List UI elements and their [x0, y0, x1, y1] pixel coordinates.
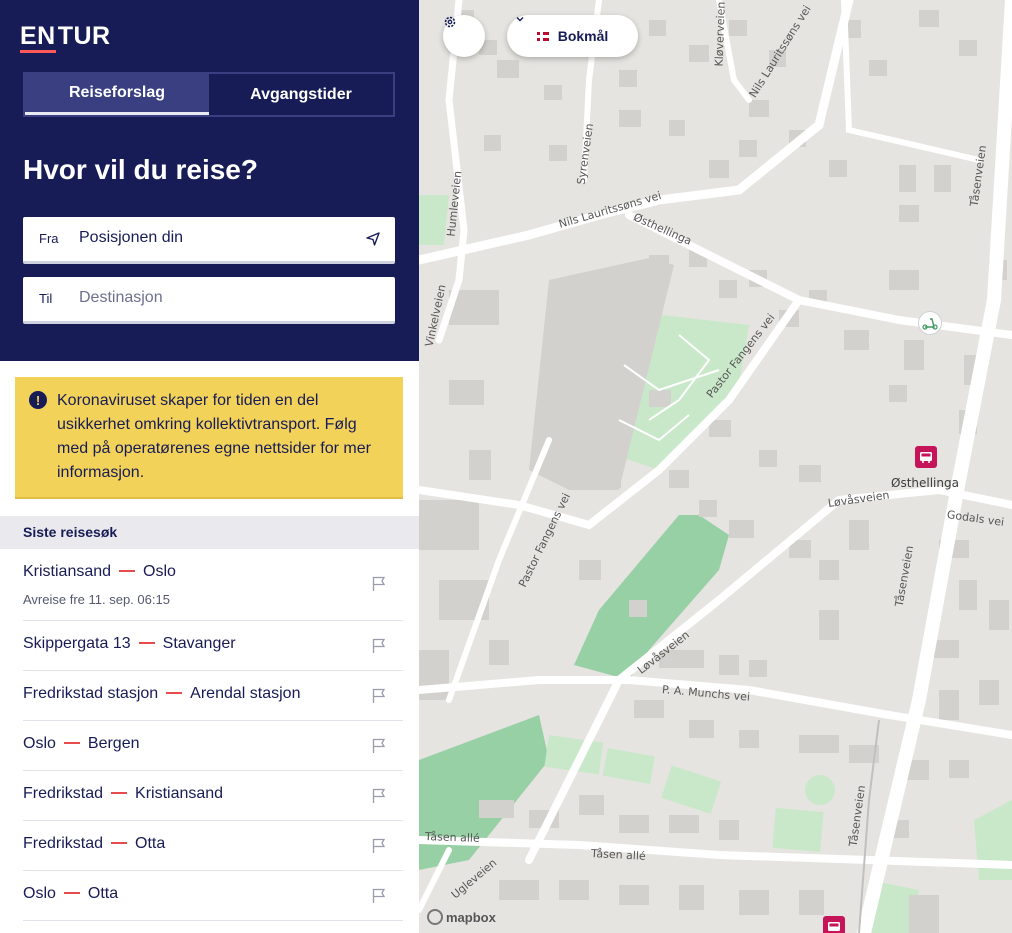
search-panel: EN TUR Reiseforslag Avgangstider Hvor vil… — [0, 0, 419, 361]
mapbox-logo-icon — [427, 909, 443, 925]
gear-icon — [444, 16, 456, 28]
mode-tabs: Reiseforslag Avgangstider — [23, 72, 395, 117]
scooter-icon — [922, 318, 938, 330]
recent-searches-header: Siste reisesøk — [0, 516, 419, 549]
flag-icon[interactable] — [372, 738, 386, 754]
flag-icon[interactable] — [372, 576, 386, 592]
logo-text-en: EN — [20, 22, 56, 53]
route-from: Oslo — [23, 885, 56, 902]
flag-icon[interactable] — [372, 638, 386, 654]
route-to: Kristiansand — [135, 785, 224, 802]
route-to: Otta — [135, 835, 166, 852]
chevron-down-icon — [516, 17, 524, 22]
corona-notice: ! Koronaviruset skaper for tiden en del … — [15, 377, 403, 499]
list-item[interactable]: Kristiansand Oslo Avreise fre 11. sep. 06… — [23, 549, 403, 621]
route-text: Fredrikstad stasjon Arendal stasjon — [23, 685, 300, 703]
norway-flag-icon — [536, 31, 549, 41]
bus-stop-marker[interactable] — [915, 446, 937, 468]
list-item[interactable]: Oslo Otta — [23, 871, 403, 921]
scooter-marker[interactable] — [918, 311, 942, 335]
notice-text: Koronaviruset skaper for tiden en del us… — [57, 392, 371, 481]
route-from: Oslo — [23, 735, 56, 752]
flag-icon[interactable] — [372, 888, 386, 904]
list-item[interactable]: Skippergata 13 Stavanger — [23, 621, 403, 671]
route-from: Fredrikstad — [23, 785, 104, 802]
route-dash — [111, 841, 128, 844]
page-title: Hvor vil du reise? — [23, 154, 258, 185]
route-to: Oslo — [143, 563, 176, 580]
route-text: Skippergata 13 Stavanger — [23, 635, 236, 653]
route-from: Fredrikstad stasjon — [23, 685, 159, 702]
entur-logo[interactable]: EN TUR — [20, 22, 111, 53]
route-text: Fredrikstad Otta — [23, 835, 165, 853]
map-view[interactable]: Bokmål Østhellinga Kløverveien Nils Laur… — [419, 0, 1012, 933]
route-to: Bergen — [87, 735, 140, 752]
flag-icon[interactable] — [372, 688, 386, 704]
flag-icon[interactable] — [372, 838, 386, 854]
route-departure: Avreise fre 11. sep. 06:15 — [23, 592, 170, 607]
bus-icon — [828, 922, 840, 931]
route-to: Arendal stasjon — [190, 685, 301, 702]
bus-icon — [920, 452, 932, 463]
list-item[interactable]: Fredrikstad Otta — [23, 821, 403, 871]
language-selector[interactable]: Bokmål — [507, 15, 638, 57]
from-label: Fra — [39, 231, 59, 246]
language-label: Bokmål — [557, 28, 609, 44]
sidebar: EN TUR Reiseforslag Avgangstider Hvor vil… — [0, 0, 419, 933]
logo-text-tur: TUR — [57, 22, 111, 50]
to-label: Til — [39, 291, 53, 306]
mapbox-attribution[interactable]: mapbox — [427, 909, 496, 925]
route-dash — [166, 691, 183, 694]
route-text: Oslo Otta — [23, 885, 118, 903]
route-dash — [63, 891, 80, 894]
exclamation-icon: ! — [29, 391, 47, 409]
route-dash — [119, 569, 136, 572]
mapbox-label: mapbox — [446, 909, 496, 925]
route-text: Oslo Bergen — [23, 735, 140, 753]
list-item[interactable]: Oslo Bergen — [23, 721, 403, 771]
location-arrow-icon[interactable] — [365, 231, 381, 247]
route-dash — [138, 641, 155, 644]
street-label: Tåsen allé — [424, 830, 480, 845]
stop-name-label: Østhellinga — [891, 476, 959, 490]
list-item[interactable]: Fredrikstad stasjon Arendal stasjon — [23, 671, 403, 721]
from-input[interactable] — [79, 229, 349, 247]
route-from: Skippergata 13 — [23, 635, 131, 652]
route-from: Kristiansand — [23, 563, 112, 580]
tab-reiseforslag[interactable]: Reiseforslag — [25, 74, 209, 115]
tab-avgangstider[interactable]: Avgangstider — [209, 74, 393, 115]
route-to: Otta — [87, 885, 119, 902]
recent-searches-list: Kristiansand Oslo Avreise fre 11. sep. 06… — [23, 549, 403, 921]
bus-stop-marker[interactable] — [823, 916, 845, 933]
map-settings-button[interactable] — [443, 15, 485, 57]
route-dash — [63, 741, 80, 744]
to-input[interactable] — [79, 289, 349, 307]
route-from: Fredrikstad — [23, 835, 104, 852]
route-text: Kristiansand Oslo — [23, 563, 176, 581]
to-field[interactable]: Til — [23, 277, 395, 324]
list-item[interactable]: Fredrikstad Kristiansand — [23, 771, 403, 821]
flag-icon[interactable] — [372, 788, 386, 804]
route-dash — [111, 791, 128, 794]
street-label: Tåsen allé — [590, 847, 647, 863]
route-text: Fredrikstad Kristiansand — [23, 785, 223, 803]
route-to: Stavanger — [162, 635, 236, 652]
street-label: Kløverveien — [712, 1, 728, 67]
from-field[interactable]: Fra — [23, 217, 395, 264]
recent-searches-title: Siste reisesøk — [23, 524, 118, 540]
